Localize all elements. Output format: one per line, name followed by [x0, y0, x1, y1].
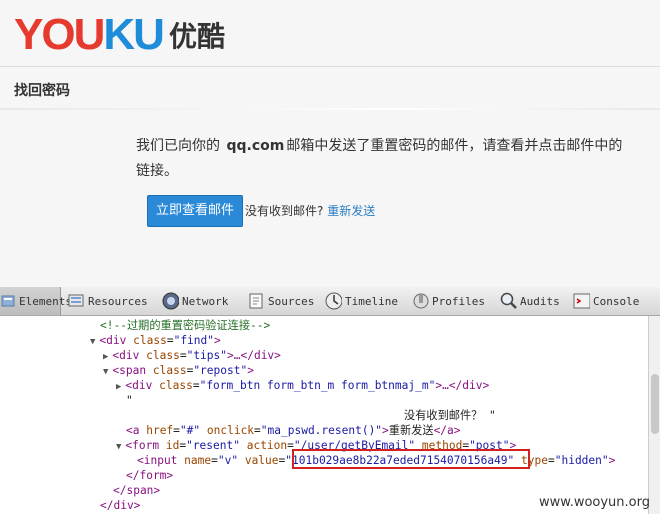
dom-line-span-repost[interactable]: ▼ <span class="repost">: [103, 363, 254, 378]
expanded-arrow-icon[interactable]: ▼: [103, 367, 108, 377]
web-page: YOUKU 优酷 找回密码 我们已向你的 qq.com 邮箱中发送了重置密码的邮件…: [0, 0, 660, 287]
mail-domain: qq.com: [226, 138, 285, 154]
tab-resources[interactable]: Resources: [67, 287, 148, 315]
logo-chinese: 优酷: [168, 20, 225, 53]
console-icon: [572, 292, 590, 310]
expanded-arrow-icon[interactable]: ▼: [116, 442, 121, 452]
tab-elements[interactable]: Elements: [0, 287, 72, 315]
resend-link[interactable]: 重新发送: [327, 204, 375, 218]
not-received-text: 没有收到邮件?: [245, 204, 324, 218]
audits-icon: [499, 292, 517, 310]
tab-label: Timeline: [345, 294, 398, 308]
devtools-panel: Elements Resources Network Sources Timel…: [0, 287, 660, 514]
tab-sources[interactable]: Sources: [247, 287, 314, 315]
logo-letter: Y: [14, 10, 43, 59]
token-highlight-box: [292, 449, 530, 469]
logo-letter: O: [41, 10, 75, 59]
header-divider: [0, 66, 660, 67]
logo-letter: K: [103, 10, 135, 59]
tab-label: Audits: [520, 294, 560, 308]
profiles-icon: [411, 292, 429, 310]
timeline-icon: [324, 292, 342, 310]
tab-label: Console: [593, 294, 640, 308]
tab-label: Profiles: [432, 294, 485, 308]
tab-label: Elements: [19, 294, 72, 308]
resend-line: 没有收到邮件? 重新发送: [245, 202, 375, 219]
watermark: www.wooyun.org: [538, 495, 650, 510]
elements-icon: [0, 292, 16, 310]
expanded-arrow-icon[interactable]: ▼: [90, 337, 95, 347]
tab-console[interactable]: Console: [572, 287, 639, 315]
logo-letter: U: [73, 10, 106, 59]
tab-label: Resources: [88, 294, 148, 308]
dom-text-not-received[interactable]: 没有收到邮件？ ": [404, 408, 496, 423]
scrollbar-thumb[interactable]: [651, 374, 659, 434]
collapsed-arrow-icon[interactable]: ▶: [116, 382, 121, 392]
dom-line-quote[interactable]: ": [126, 393, 133, 408]
tab-label: Network: [182, 294, 229, 308]
sources-icon: [247, 292, 265, 310]
dom-line-comment[interactable]: <!--过期的重置密码验证连接-->: [100, 318, 270, 333]
dom-line-anchor[interactable]: <a href="#" onclick="ma_pswd.resent()">重…: [126, 423, 461, 438]
tab-audits[interactable]: Audits: [499, 287, 560, 315]
tab-network[interactable]: Network: [161, 287, 228, 315]
dom-line-div-tips[interactable]: ▶ <div class="tips">…</div>: [103, 348, 281, 363]
tab-timeline[interactable]: Timeline: [324, 287, 398, 315]
youku-logo[interactable]: YOUKU 优酷: [14, 10, 225, 60]
dom-tree: <!--过期的重置密码验证连接--> ▼ <div class="find"> ▶…: [0, 316, 648, 514]
check-mail-button[interactable]: 立即查看邮件: [147, 195, 243, 227]
tab-profiles[interactable]: Profiles: [411, 287, 485, 315]
message-prefix: 我们已向你的: [136, 138, 220, 154]
dom-scrollbar[interactable]: [648, 316, 660, 514]
network-icon: [161, 292, 179, 310]
dom-line-span-close[interactable]: </span>: [113, 483, 160, 498]
resources-icon: [67, 292, 85, 310]
title-rule: [0, 108, 660, 110]
devtools-toolbar: Elements Resources Network Sources Timel…: [0, 287, 660, 316]
reset-message: 我们已向你的 qq.com 邮箱中发送了重置密码的邮件，请查看并点击邮件中的链接。: [136, 134, 636, 184]
dom-line-div-find[interactable]: ▼ <div class="find">: [90, 333, 221, 348]
dom-line-form-close[interactable]: </form>: [126, 468, 173, 483]
dom-line-div-close[interactable]: </div>: [100, 498, 140, 513]
logo-wordmark: YOUKU: [14, 10, 165, 59]
collapsed-arrow-icon[interactable]: ▶: [103, 352, 108, 362]
logo-letter: U: [133, 10, 165, 59]
page-title: 找回密码: [14, 83, 70, 99]
tab-label: Sources: [268, 294, 315, 308]
dom-line-div-formbtn[interactable]: ▶ <div class="form_btn form_btn_m form_bt…: [116, 378, 489, 393]
